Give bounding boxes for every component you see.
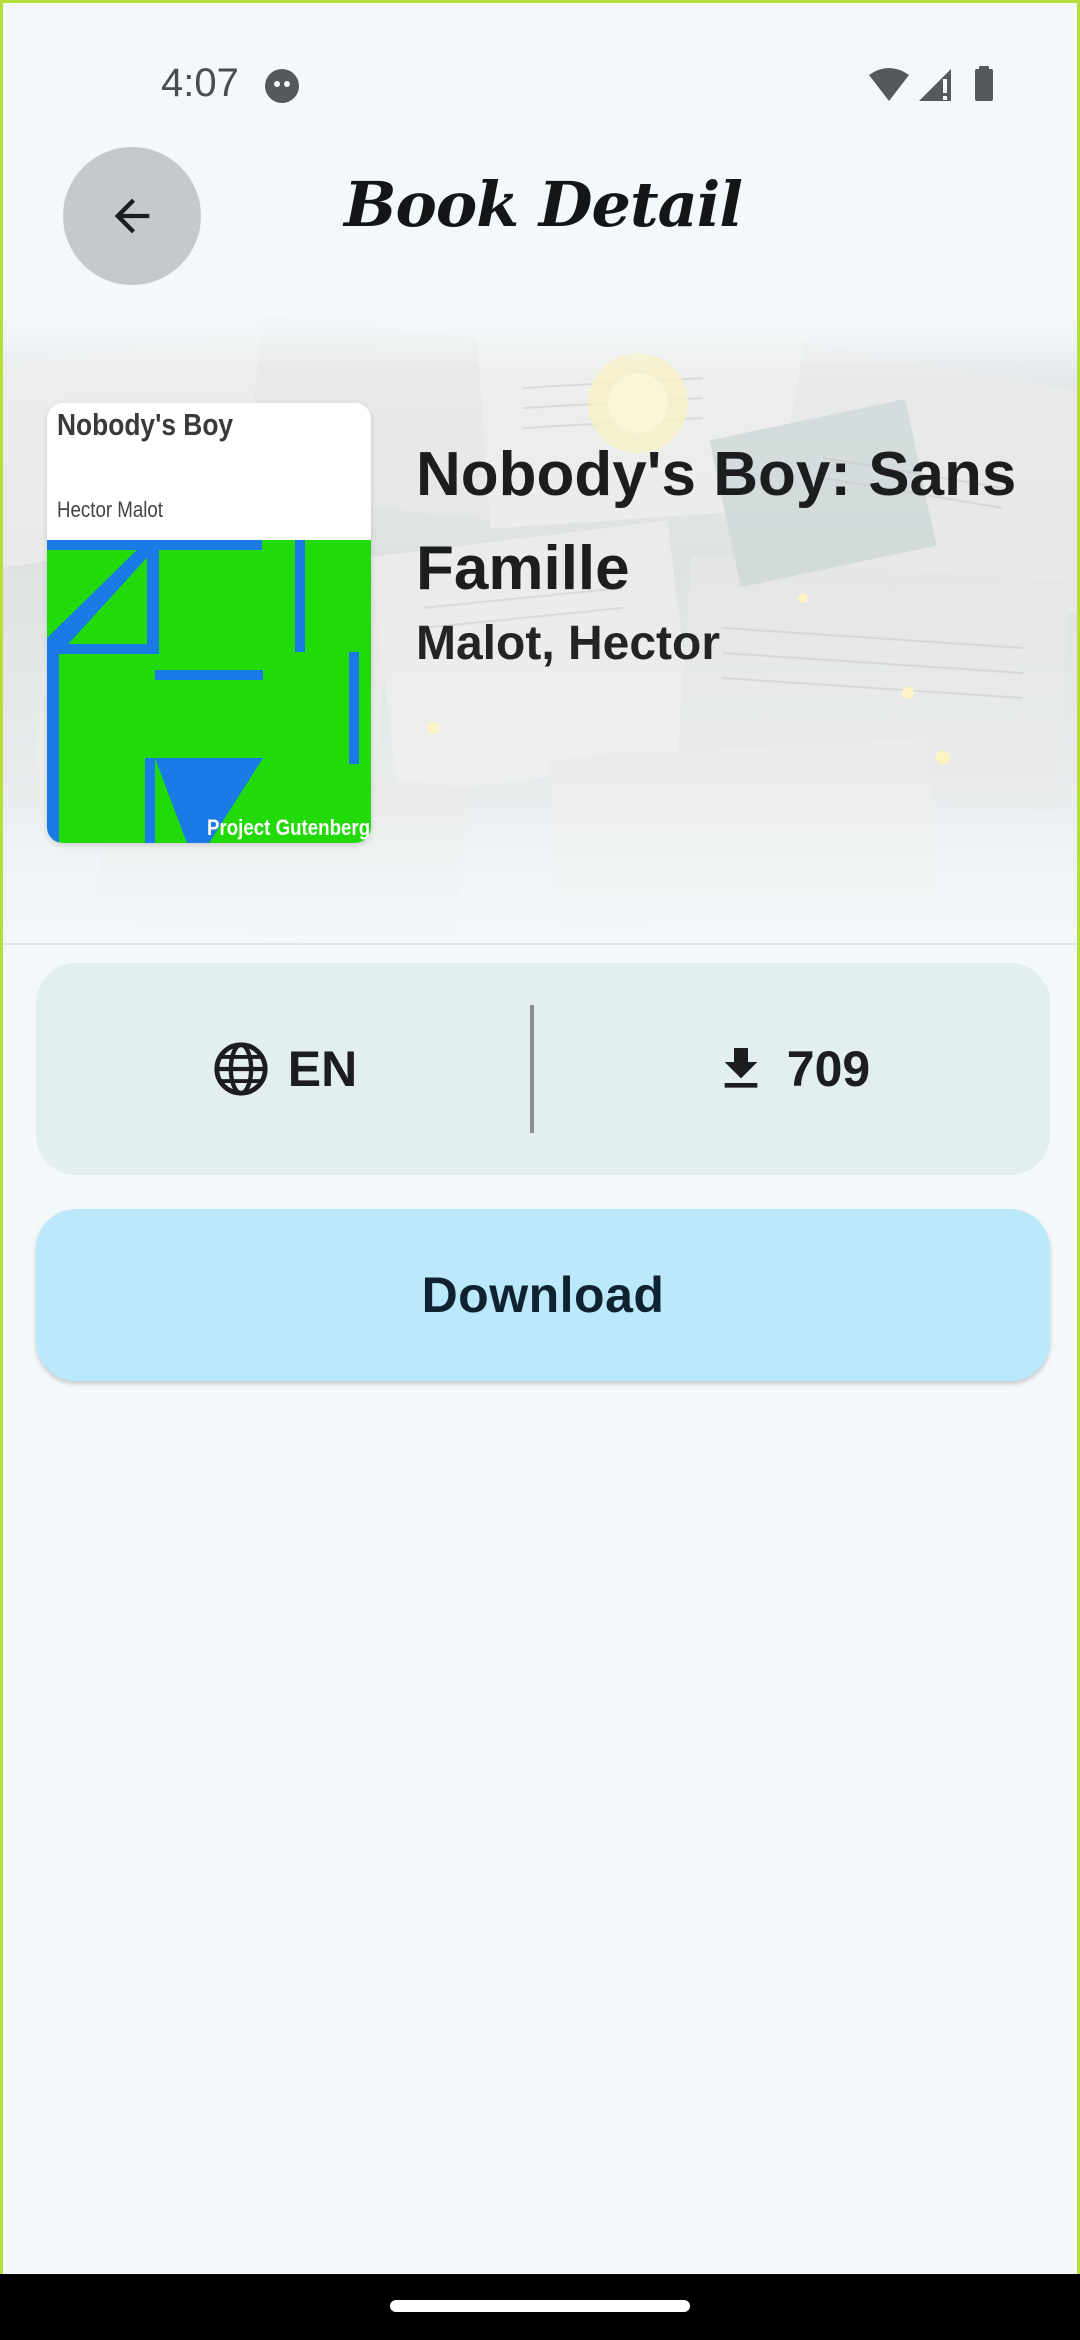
arrow-back-icon (114, 198, 150, 234)
status-icons (869, 66, 993, 101)
notification-app-icon (265, 69, 299, 103)
back-button[interactable] (63, 147, 201, 285)
book-stats-card: EN 709 (36, 963, 1050, 1175)
downloads-stat: 709 (533, 963, 1050, 1175)
book-cover: Nobody's Boy Hector Malot Project Gutenb… (47, 403, 371, 843)
app-screen: 4:07 Book Detail Nobody's Boy Hector Mal… (0, 0, 1080, 2274)
cover-author: Hector Malot (57, 497, 164, 522)
book-header: Nobody's Boy Hector Malot Project Gutenb… (3, 308, 1077, 943)
cover-art (47, 540, 371, 843)
downloads-count: 709 (786, 1041, 871, 1097)
language-stat: EN (36, 963, 533, 1175)
cover-title: Nobody's Boy (57, 407, 234, 442)
download-button-label: Download (421, 1267, 665, 1323)
home-indicator[interactable] (390, 2300, 690, 2312)
download-icon (724, 1048, 758, 1088)
status-bar: 4:07 (3, 3, 1077, 113)
download-button[interactable]: Download (36, 1209, 1050, 1381)
wifi-icon (869, 68, 909, 101)
page-title: Book Detail (344, 168, 743, 241)
globe-icon (214, 1042, 268, 1096)
cellular-signal-icon (919, 69, 951, 101)
battery-icon (975, 66, 993, 101)
status-time: 4:07 (161, 61, 239, 105)
book-author: Malot, Hector (416, 617, 721, 670)
language-value: EN (287, 1041, 358, 1097)
divider (3, 943, 1077, 945)
book-title: Nobody's Boy: Sans Famille (416, 440, 1017, 603)
cover-publisher: Project Gutenberg (207, 815, 371, 840)
